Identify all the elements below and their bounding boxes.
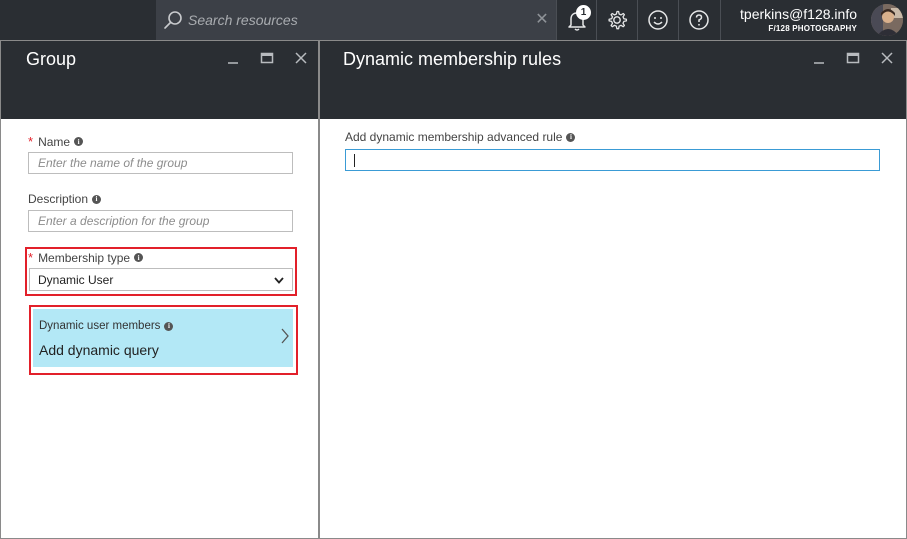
info-icon[interactable]: i (164, 321, 174, 331)
info-icon[interactable]: i (74, 137, 84, 146)
group-blade: Group * Name i Description i * Members (0, 40, 319, 539)
dynamic-user-members-label: Dynamic user members i (39, 320, 174, 332)
text-cursor (354, 154, 355, 167)
settings-button[interactable] (596, 0, 636, 40)
advanced-rule-label-text: Add dynamic membership advanced rule (345, 130, 563, 144)
membership-type-select[interactable]: Dynamic User (29, 268, 293, 291)
info-icon[interactable]: i (92, 194, 102, 204)
dynamic-user-members-label-text: Dynamic user members (39, 320, 161, 332)
description-label-text: Description (28, 192, 89, 206)
dynamic-rules-blade-title: Dynamic membership rules (343, 49, 562, 69)
dynamic-rules-blade-header: Dynamic membership rules (320, 41, 906, 119)
description-input[interactable] (29, 211, 292, 231)
membership-type-value: Dynamic User (38, 273, 114, 287)
dynamic-user-members-tile[interactable]: Dynamic user members i Add dynamic query (33, 309, 293, 367)
search-clear-icon[interactable]: ✕ (534, 10, 550, 30)
info-icon[interactable]: i (566, 132, 576, 142)
chevron-right-icon (281, 328, 289, 344)
smiley-icon (647, 10, 668, 30)
group-blade-title: Group (26, 49, 77, 69)
name-field[interactable] (28, 152, 293, 174)
account-menu[interactable]: tperkins@f128.info F/128 PHOTOGRAPHY (720, 0, 907, 40)
advanced-rule-label: Add dynamic membership advanced rule i (345, 130, 576, 144)
help-button[interactable] (678, 0, 718, 40)
notifications-button[interactable] (556, 0, 596, 40)
name-label-text: Name (38, 134, 71, 149)
required-marker: * (28, 250, 34, 265)
close-icon[interactable] (870, 47, 904, 69)
name-label: * Name i (28, 134, 84, 149)
minimize-icon[interactable] (216, 47, 250, 69)
description-label: Description i (28, 192, 102, 206)
minimize-icon[interactable] (802, 47, 836, 69)
required-marker: * (28, 134, 34, 149)
search-box[interactable]: ✕ (156, 0, 556, 40)
organization-name: F/128 PHOTOGRAPHY (768, 24, 857, 33)
info-icon[interactable]: i (134, 253, 144, 262)
advanced-rule-input[interactable] (345, 149, 880, 171)
membership-type-label-text: Membership type (38, 250, 131, 265)
add-dynamic-query-text: Add dynamic query (39, 342, 159, 358)
avatar (871, 4, 903, 36)
search-input[interactable] (188, 10, 528, 30)
help-icon (688, 10, 709, 30)
search-icon (164, 11, 182, 29)
dynamic-rules-blade: Dynamic membership rules Add dynamic mem… (319, 40, 907, 539)
user-email: tperkins@f128.info (740, 6, 857, 22)
notification-badge: 1 (576, 5, 591, 20)
name-input[interactable] (29, 153, 292, 173)
close-icon[interactable] (284, 47, 318, 69)
chevron-down-icon (274, 277, 284, 284)
description-field[interactable] (28, 210, 293, 232)
maximize-icon[interactable] (836, 47, 870, 69)
membership-type-label: * Membership type i (28, 250, 144, 265)
feedback-button[interactable] (637, 0, 677, 40)
group-blade-header: Group (1, 41, 318, 119)
top-bar: ✕ 1 tperkins@f128.info F/128 PHOTOGRAP (0, 0, 907, 40)
gear-icon (607, 10, 627, 30)
maximize-icon[interactable] (250, 47, 284, 69)
